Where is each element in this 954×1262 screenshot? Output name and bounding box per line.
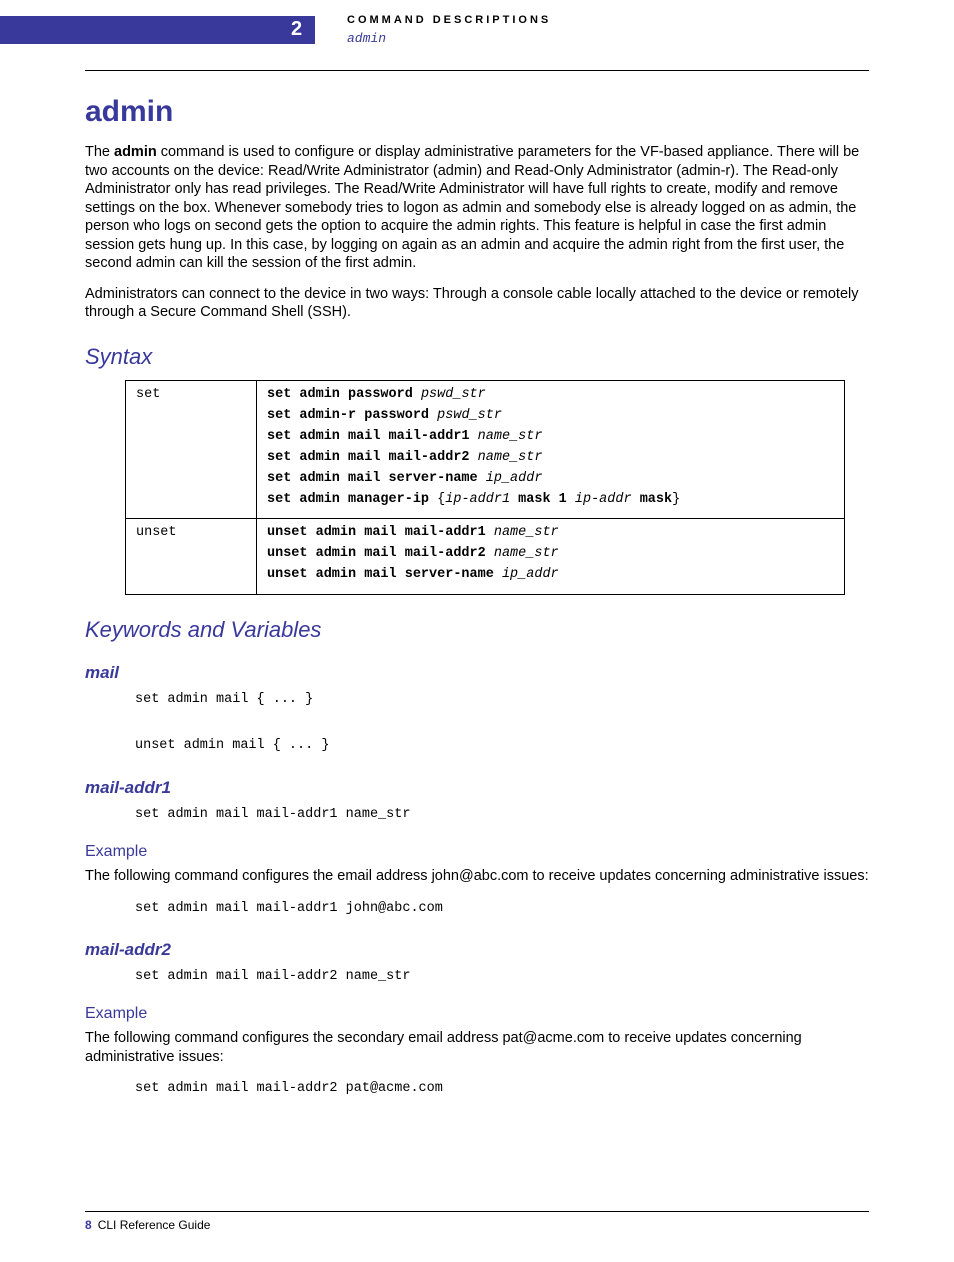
cmd-arg: pswd_str (421, 387, 486, 402)
cmd-arg: name_str (494, 546, 559, 561)
syntax-key-set: set (126, 380, 257, 519)
example-label: Example (85, 1005, 869, 1023)
header-subsection: admin (347, 31, 386, 46)
syntax-table: set set admin password pswd_str set admi… (125, 380, 845, 595)
table-row: unset unset admin mail mail-addr1 name_s… (126, 519, 845, 595)
cmd-text: unset admin mail mail-addr2 (267, 546, 494, 561)
cmd-text: set admin password (267, 387, 421, 402)
kw-mail-addr1-heading: mail-addr1 (85, 778, 869, 798)
chapter-number: 2 (291, 18, 302, 41)
keywords-heading: Keywords and Variables (85, 617, 869, 643)
intro-bold-cmd: admin (114, 144, 157, 160)
header-section-label: COMMAND DESCRIPTIONS (347, 14, 551, 26)
cmd-arg: ip_addr (486, 471, 543, 486)
cmd-punct: } (672, 492, 680, 507)
table-row: set set admin password pswd_str set admi… (126, 380, 845, 519)
cmd-text: mask (632, 492, 673, 507)
cmd-arg: pswd_str (437, 408, 502, 423)
syntax-heading: Syntax (85, 344, 869, 370)
cmd-arg: ip-addr1 (445, 492, 510, 507)
cmd-text: set admin mail server-name (267, 471, 486, 486)
doc-title: CLI Reference Guide (98, 1218, 211, 1232)
chapter-bar (0, 16, 315, 44)
syntax-unset-commands: unset admin mail mail-addr1 name_str uns… (257, 519, 845, 595)
intro-prefix: The (85, 144, 114, 160)
example-text: The following command configures the sec… (85, 1029, 869, 1066)
cmd-text: unset admin mail mail-addr1 (267, 525, 494, 540)
example-code: set admin mail mail-addr2 pat@acme.com (135, 1078, 869, 1101)
intro-paragraph-2: Administrators can connect to the device… (85, 285, 869, 322)
syntax-set-commands: set admin password pswd_str set admin-r … (257, 380, 845, 519)
kw-mail-heading: mail (85, 663, 869, 683)
cmd-text: mask 1 (510, 492, 575, 507)
kw-mail-addr2-heading: mail-addr2 (85, 940, 869, 960)
page-footer: 8 CLI Reference Guide (85, 1211, 869, 1232)
cmd-arg: name_str (478, 429, 543, 444)
cmd-arg: ip-addr (575, 492, 632, 507)
syntax-key-unset: unset (126, 519, 257, 595)
intro-paragraph-1: The admin command is used to configure o… (85, 143, 869, 273)
example-code: set admin mail mail-addr1 john@abc.com (135, 898, 869, 921)
page-number: 8 (85, 1218, 92, 1232)
cmd-text: set admin mail mail-addr2 (267, 450, 478, 465)
cmd-arg: ip_addr (502, 567, 559, 582)
cmd-text: set admin manager-ip (267, 492, 437, 507)
cmd-text: set admin mail mail-addr1 (267, 429, 478, 444)
kw-mail-addr1-code: set admin mail mail-addr1 name_str (135, 804, 869, 827)
kw-mail-addr2-code: set admin mail mail-addr2 name_str (135, 966, 869, 989)
intro-rest: command is used to configure or display … (85, 144, 859, 271)
example-label: Example (85, 843, 869, 861)
page-title: admin (85, 95, 869, 129)
kw-mail-code: set admin mail { ... } unset admin mail … (135, 689, 869, 758)
cmd-arg: name_str (478, 450, 543, 465)
cmd-text: unset admin mail server-name (267, 567, 502, 582)
cmd-arg: name_str (494, 525, 559, 540)
header-rule (85, 70, 869, 71)
cmd-text: set admin-r password (267, 408, 437, 423)
page-header: 2 COMMAND DESCRIPTIONS admin (85, 0, 869, 58)
example-text: The following command configures the ema… (85, 867, 869, 886)
